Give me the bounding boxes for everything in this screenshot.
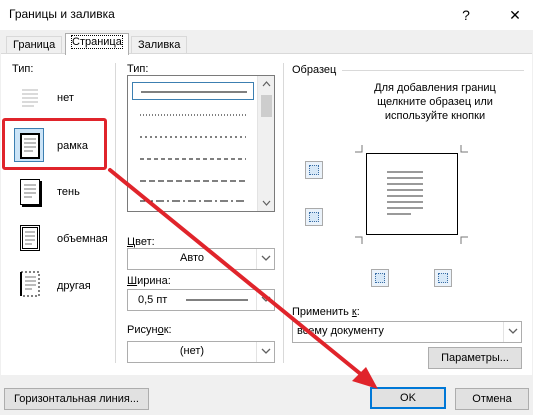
width-label: Ширина:	[127, 275, 171, 287]
color-label-text: вет:	[135, 236, 155, 248]
tab-shading-label: Заливка	[138, 39, 181, 51]
scrollbar-arrows-icon	[261, 81, 272, 206]
tab-page-border[interactable]: Страница	[65, 33, 129, 55]
horizontal-line-button[interactable]: Горизонтальная линия...	[4, 388, 149, 410]
close-button[interactable]: ✕	[504, 4, 526, 26]
line-style-scrollbar[interactable]	[257, 76, 274, 211]
chevron-down-icon	[256, 290, 274, 310]
preview-label: Образец	[292, 64, 337, 76]
crop-mark-icon	[355, 145, 363, 153]
shadow-border-icon	[20, 179, 40, 205]
art-select[interactable]: (нет)	[127, 341, 275, 363]
chevron-down-icon	[503, 322, 521, 342]
options-button[interactable]: Параметры...	[428, 347, 522, 369]
preview-page[interactable]	[366, 153, 458, 235]
setting-none-label: нет	[57, 92, 74, 104]
preview-hint-1: Для добавления границ	[374, 82, 496, 94]
color-select[interactable]: Авто	[127, 248, 275, 270]
apply-to-select[interactable]: всему документу	[292, 321, 522, 343]
preview-rule	[342, 70, 524, 71]
chevron-down-icon	[256, 249, 274, 269]
line-style-fine-dashed[interactable]	[132, 128, 254, 146]
apply-to-label: Применить к:	[292, 306, 360, 318]
tab-page-border-label: Страница	[71, 35, 123, 49]
title-bar: Границы и заливка ? ✕	[0, 0, 533, 30]
style-label: Тип:	[127, 63, 149, 75]
line-style-dash-dot[interactable]	[132, 192, 254, 210]
top-border-button[interactable]	[305, 161, 323, 179]
crop-mark-icon	[460, 145, 468, 153]
art-value: (нет)	[179, 345, 205, 357]
tab-strip: Граница Страница Заливка	[0, 30, 533, 55]
tab-borders-label: Граница	[13, 39, 56, 51]
left-border-button[interactable]	[371, 269, 389, 287]
setting-shadow-button[interactable]	[14, 174, 44, 208]
bottom-border-button[interactable]	[305, 208, 323, 226]
custom-border-icon	[20, 271, 40, 297]
setting-none-button[interactable]	[14, 81, 44, 115]
apply-to-value: всему документу	[297, 325, 384, 337]
right-border-button[interactable]	[434, 269, 452, 287]
window-title: Границы и заливка	[9, 7, 115, 21]
right-border-icon	[438, 273, 448, 283]
line-style-long-dashed[interactable]	[132, 172, 254, 190]
crop-mark-icon	[460, 236, 468, 244]
help-button[interactable]: ?	[455, 4, 477, 26]
line-style-dotted[interactable]	[132, 106, 254, 124]
preview-hint-3: используйте кнопки	[384, 110, 486, 122]
art-label: Рисунок:	[127, 324, 172, 336]
width-select[interactable]: 0,5 пт	[127, 289, 275, 311]
tab-borders[interactable]: Граница	[6, 36, 63, 54]
3d-border-icon	[20, 225, 40, 251]
crop-mark-icon	[355, 236, 363, 244]
line-style-list[interactable]	[127, 75, 275, 212]
color-label: Цвет:	[127, 236, 155, 248]
width-value: 0,5 пт	[138, 294, 168, 306]
style-divider	[283, 63, 284, 363]
bottom-border-icon	[309, 212, 319, 222]
left-border-icon	[375, 273, 385, 283]
preview-hint-2: щелкните образец или	[377, 96, 493, 108]
line-style-solid[interactable]	[132, 82, 254, 100]
width-line-sample	[186, 299, 248, 301]
cancel-button[interactable]: Отмена	[455, 388, 529, 410]
preview-text-lines	[387, 171, 423, 215]
setting-shadow-label: тень	[57, 186, 80, 198]
ok-button[interactable]: OK	[370, 387, 446, 409]
setting-divider	[115, 63, 116, 363]
tab-shading[interactable]: Заливка	[131, 36, 188, 54]
line-style-dashed[interactable]	[132, 150, 254, 168]
borders-and-shading-dialog: Границы и заливка ? ✕ Граница Страница З…	[0, 0, 533, 415]
none-border-icon	[20, 86, 40, 112]
setting-custom-button[interactable]	[14, 266, 44, 300]
top-border-icon	[309, 165, 319, 175]
highlight-box	[2, 118, 107, 170]
chevron-down-icon	[256, 342, 274, 362]
setting-3d-button[interactable]	[14, 220, 44, 254]
color-value: Авто	[180, 252, 204, 264]
setting-label: Тип:	[12, 63, 34, 75]
dialog-footer: Горизонтальная линия... OK Отмена	[0, 375, 533, 415]
setting-3d-label: объемная	[57, 233, 108, 245]
setting-custom-label: другая	[57, 280, 91, 292]
